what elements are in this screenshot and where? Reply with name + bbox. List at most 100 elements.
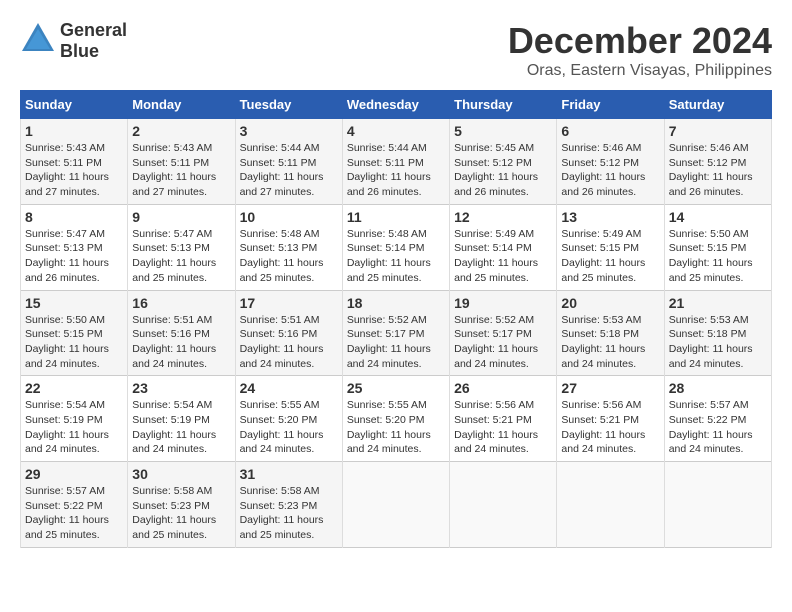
day-info: Sunrise: 5:58 AM Sunset: 5:23 PM Dayligh…	[240, 484, 338, 543]
location-title: Oras, Eastern Visayas, Philippines	[508, 62, 772, 80]
day-number: 1	[25, 123, 123, 139]
calendar-cell	[557, 462, 664, 548]
calendar-cell: 25Sunrise: 5:55 AM Sunset: 5:20 PM Dayli…	[342, 376, 449, 462]
calendar-cell: 22 Sunrise: 5:54 AM Sunset: 5:19 PM Dayli…	[21, 376, 128, 462]
calendar-header-saturday: Saturday	[664, 91, 771, 119]
calendar-cell: 13 Sunrise: 5:49 AM Sunset: 5:15 PM Dayli…	[557, 204, 664, 290]
calendar-cell: 20Sunrise: 5:53 AM Sunset: 5:18 PM Dayli…	[557, 290, 664, 376]
day-info: Sunrise: 5:44 AM Sunset: 5:11 PM Dayligh…	[347, 141, 445, 200]
calendar-header-monday: Monday	[128, 91, 235, 119]
day-number: 7	[669, 123, 767, 139]
day-info: Sunrise: 5:51 AM Sunset: 5:16 PM Dayligh…	[240, 313, 338, 372]
calendar-cell: 12Sunrise: 5:49 AM Sunset: 5:14 PM Dayli…	[450, 204, 557, 290]
calendar-cell: 11Sunrise: 5:48 AM Sunset: 5:14 PM Dayli…	[342, 204, 449, 290]
calendar-cell: 18 Sunrise: 5:52 AM Sunset: 5:17 PM Dayli…	[342, 290, 449, 376]
day-number: 27	[561, 380, 659, 396]
calendar-week-3: 15 Sunrise: 5:50 AM Sunset: 5:15 PM Dayli…	[21, 290, 772, 376]
calendar-cell: 31 Sunrise: 5:58 AM Sunset: 5:23 PM Dayli…	[235, 462, 342, 548]
calendar-cell	[342, 462, 449, 548]
calendar-week-2: 8 Sunrise: 5:47 AM Sunset: 5:13 PM Daylig…	[21, 204, 772, 290]
day-number: 21	[669, 295, 767, 311]
calendar-cell: 23Sunrise: 5:54 AM Sunset: 5:19 PM Dayli…	[128, 376, 235, 462]
day-info: Sunrise: 5:55 AM Sunset: 5:20 PM Dayligh…	[240, 398, 338, 457]
day-number: 14	[669, 209, 767, 225]
day-info: Sunrise: 5:51 AM Sunset: 5:16 PM Dayligh…	[132, 313, 230, 372]
day-number: 31	[240, 466, 338, 482]
day-info: Sunrise: 5:43 AM Sunset: 5:11 PM Dayligh…	[132, 141, 230, 200]
calendar-cell: 19 Sunrise: 5:52 AM Sunset: 5:17 PM Dayli…	[450, 290, 557, 376]
calendar-cell: 16 Sunrise: 5:51 AM Sunset: 5:16 PM Dayli…	[128, 290, 235, 376]
day-info: Sunrise: 5:47 AM Sunset: 5:13 PM Dayligh…	[25, 227, 123, 286]
day-info: Sunrise: 5:46 AM Sunset: 5:12 PM Dayligh…	[669, 141, 767, 200]
calendar-table: SundayMondayTuesdayWednesdayThursdayFrid…	[20, 90, 772, 548]
day-info: Sunrise: 5:54 AM Sunset: 5:19 PM Dayligh…	[25, 398, 123, 457]
calendar-cell: 7 Sunrise: 5:46 AM Sunset: 5:12 PM Daylig…	[664, 119, 771, 205]
calendar-header-thursday: Thursday	[450, 91, 557, 119]
day-info: Sunrise: 5:44 AM Sunset: 5:11 PM Dayligh…	[240, 141, 338, 200]
day-info: Sunrise: 5:49 AM Sunset: 5:15 PM Dayligh…	[561, 227, 659, 286]
day-info: Sunrise: 5:54 AM Sunset: 5:19 PM Dayligh…	[132, 398, 230, 457]
logo-line1: General	[60, 20, 127, 41]
calendar-body: 1 Sunrise: 5:43 AM Sunset: 5:11 PM Daylig…	[21, 119, 772, 548]
day-number: 8	[25, 209, 123, 225]
calendar-cell: 27 Sunrise: 5:56 AM Sunset: 5:21 PM Dayli…	[557, 376, 664, 462]
day-number: 22	[25, 380, 123, 396]
day-info: Sunrise: 5:50 AM Sunset: 5:15 PM Dayligh…	[669, 227, 767, 286]
calendar-week-4: 22 Sunrise: 5:54 AM Sunset: 5:19 PM Dayli…	[21, 376, 772, 462]
calendar-cell: 30 Sunrise: 5:58 AM Sunset: 5:23 PM Dayli…	[128, 462, 235, 548]
calendar-cell: 15 Sunrise: 5:50 AM Sunset: 5:15 PM Dayli…	[21, 290, 128, 376]
day-number: 25	[347, 380, 445, 396]
day-number: 3	[240, 123, 338, 139]
calendar-header-tuesday: Tuesday	[235, 91, 342, 119]
day-info: Sunrise: 5:53 AM Sunset: 5:18 PM Dayligh…	[561, 313, 659, 372]
calendar-cell: 10 Sunrise: 5:48 AM Sunset: 5:13 PM Dayli…	[235, 204, 342, 290]
day-number: 9	[132, 209, 230, 225]
calendar-week-5: 29 Sunrise: 5:57 AM Sunset: 5:22 PM Dayli…	[21, 462, 772, 548]
day-number: 10	[240, 209, 338, 225]
day-number: 16	[132, 295, 230, 311]
calendar-cell: 8 Sunrise: 5:47 AM Sunset: 5:13 PM Daylig…	[21, 204, 128, 290]
day-number: 6	[561, 123, 659, 139]
calendar-cell: 1 Sunrise: 5:43 AM Sunset: 5:11 PM Daylig…	[21, 119, 128, 205]
calendar-cell: 24Sunrise: 5:55 AM Sunset: 5:20 PM Dayli…	[235, 376, 342, 462]
day-info: Sunrise: 5:47 AM Sunset: 5:13 PM Dayligh…	[132, 227, 230, 286]
calendar-cell: 6 Sunrise: 5:46 AM Sunset: 5:12 PM Daylig…	[557, 119, 664, 205]
day-info: Sunrise: 5:45 AM Sunset: 5:12 PM Dayligh…	[454, 141, 552, 200]
calendar-cell	[664, 462, 771, 548]
logo-line2: Blue	[60, 41, 127, 62]
calendar-header-sunday: Sunday	[21, 91, 128, 119]
day-number: 17	[240, 295, 338, 311]
day-number: 4	[347, 123, 445, 139]
day-info: Sunrise: 5:50 AM Sunset: 5:15 PM Dayligh…	[25, 313, 123, 372]
day-number: 15	[25, 295, 123, 311]
calendar-cell: 28Sunrise: 5:57 AM Sunset: 5:22 PM Dayli…	[664, 376, 771, 462]
day-info: Sunrise: 5:48 AM Sunset: 5:13 PM Dayligh…	[240, 227, 338, 286]
day-info: Sunrise: 5:56 AM Sunset: 5:21 PM Dayligh…	[561, 398, 659, 457]
day-info: Sunrise: 5:58 AM Sunset: 5:23 PM Dayligh…	[132, 484, 230, 543]
calendar-cell: 17 Sunrise: 5:51 AM Sunset: 5:16 PM Dayli…	[235, 290, 342, 376]
day-number: 13	[561, 209, 659, 225]
day-info: Sunrise: 5:53 AM Sunset: 5:18 PM Dayligh…	[669, 313, 767, 372]
calendar-cell: 9 Sunrise: 5:47 AM Sunset: 5:13 PM Daylig…	[128, 204, 235, 290]
day-info: Sunrise: 5:43 AM Sunset: 5:11 PM Dayligh…	[25, 141, 123, 200]
calendar-cell: 4 Sunrise: 5:44 AM Sunset: 5:11 PM Daylig…	[342, 119, 449, 205]
day-info: Sunrise: 5:52 AM Sunset: 5:17 PM Dayligh…	[454, 313, 552, 372]
calendar-cell	[450, 462, 557, 548]
day-number: 29	[25, 466, 123, 482]
day-info: Sunrise: 5:52 AM Sunset: 5:17 PM Dayligh…	[347, 313, 445, 372]
day-number: 30	[132, 466, 230, 482]
logo-icon	[20, 21, 56, 57]
calendar-cell: 3 Sunrise: 5:44 AM Sunset: 5:11 PM Daylig…	[235, 119, 342, 205]
day-info: Sunrise: 5:46 AM Sunset: 5:12 PM Dayligh…	[561, 141, 659, 200]
logo: General Blue	[20, 20, 127, 62]
calendar-cell: 5Sunrise: 5:45 AM Sunset: 5:12 PM Daylig…	[450, 119, 557, 205]
day-number: 28	[669, 380, 767, 396]
day-number: 18	[347, 295, 445, 311]
calendar-header-row: SundayMondayTuesdayWednesdayThursdayFrid…	[21, 91, 772, 119]
day-number: 19	[454, 295, 552, 311]
calendar-cell: 29 Sunrise: 5:57 AM Sunset: 5:22 PM Dayli…	[21, 462, 128, 548]
day-number: 11	[347, 209, 445, 225]
day-info: Sunrise: 5:57 AM Sunset: 5:22 PM Dayligh…	[25, 484, 123, 543]
calendar-header-friday: Friday	[557, 91, 664, 119]
header: General Blue December 2024 Oras, Eastern…	[20, 20, 772, 80]
